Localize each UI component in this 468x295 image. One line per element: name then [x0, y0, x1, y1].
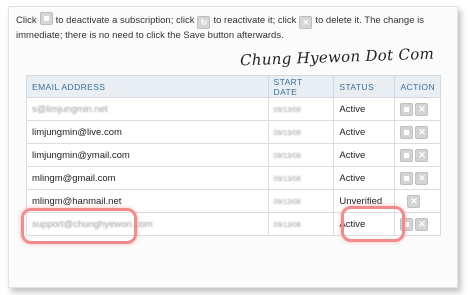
deactivate-icon [39, 12, 53, 25]
table-row: mlingm@gmail.com 09/13/08 Active [26, 166, 441, 190]
table-header-row: EMAIL ADDRESS START DATE STATUS ACTION [26, 75, 441, 98]
email-text: limjungmin@ymail.com [32, 149, 130, 161]
date-text: 09/13/08 [273, 129, 301, 137]
header-action: ACTION [394, 75, 441, 98]
delete-button[interactable] [415, 148, 429, 162]
email-cell: limjungmin@live.com [26, 120, 269, 144]
table-row: limjungmin@ymail.com 09/13/08 Active [26, 143, 441, 167]
delete-button[interactable] [415, 125, 429, 139]
action-cell [394, 120, 441, 144]
email-text: limjungmin@live.com [32, 126, 122, 138]
status-text: Active [333, 120, 396, 144]
instructions-part2: to deactivate a subscription; click [55, 15, 195, 26]
instructions-text: Click to deactivate a subscription; click… [16, 12, 446, 42]
deactivate-button[interactable] [400, 102, 414, 116]
email-highlight-circle [21, 208, 137, 244]
email-text: mlingm@gmail.com [32, 172, 116, 184]
deactivate-button[interactable] [400, 171, 414, 185]
table-row: limjungmin@live.com 09/13/08 Active [26, 120, 441, 144]
action-cell [394, 97, 441, 121]
instructions-part1: Click [16, 15, 37, 26]
header-start-date: START DATE [267, 75, 335, 98]
action-cell [394, 166, 441, 190]
action-cell [394, 143, 441, 167]
status-highlight-circle [341, 206, 405, 242]
delete-button[interactable] [415, 217, 429, 231]
delete-button[interactable] [415, 171, 429, 185]
email-cell: s@limjungmin.net [26, 97, 269, 121]
date-text: 09/13/08 [273, 221, 301, 229]
header-status: STATUS [333, 75, 396, 98]
delete-button[interactable] [407, 194, 421, 208]
date-text: 09/13/08 [273, 175, 301, 183]
status-text: Active [333, 166, 396, 190]
email-cell: limjungmin@ymail.com [26, 143, 269, 167]
delete-icon [299, 16, 313, 29]
date-text: 09/13/08 [273, 198, 301, 206]
table-row: s@limjungmin.net 09/13/08 Active [26, 97, 441, 121]
reactivate-icon [197, 16, 211, 29]
date-cell: 09/13/08 [267, 166, 335, 190]
instructions-part3: to reactivate it; click [213, 15, 297, 26]
status-text: Active [333, 143, 396, 167]
date-cell: 09/13/08 [267, 189, 335, 213]
delete-button[interactable] [415, 102, 429, 116]
status-text: Active [333, 97, 396, 121]
email-text: s@limjungmin.net [32, 103, 108, 115]
date-text: 09/13/08 [273, 152, 301, 160]
header-email: EMAIL ADDRESS [26, 75, 269, 98]
date-cell: 09/13/08 [267, 143, 335, 167]
date-cell: 09/13/08 [267, 212, 335, 236]
deactivate-button[interactable] [400, 125, 414, 139]
email-text: mlingm@hanmail.net [32, 195, 122, 207]
date-text: 09/13/08 [273, 106, 301, 114]
date-cell: 09/13/08 [267, 97, 335, 121]
email-cell: mlingm@gmail.com [26, 166, 269, 190]
deactivate-button[interactable] [400, 148, 414, 162]
date-cell: 09/13/08 [267, 120, 335, 144]
